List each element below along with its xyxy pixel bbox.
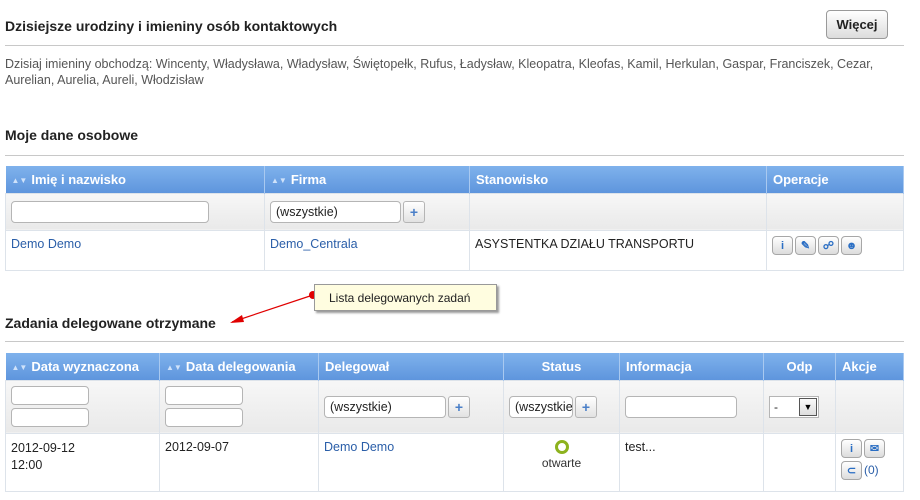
due-date-from-input[interactable]: [11, 386, 89, 405]
status-add-button[interactable]: +: [575, 395, 597, 418]
col-delegated-date-header[interactable]: ▲▼ Data delegowania: [159, 353, 319, 380]
delegated-by-filter-input[interactable]: (wszystkie): [324, 395, 446, 418]
status-open-icon: [554, 439, 569, 454]
attachment-icon[interactable]: ⊂: [841, 461, 862, 480]
callout-note: Lista delegowanych zadań: [314, 284, 497, 311]
due-date: 2012-09-12: [11, 440, 75, 455]
status-filter-input[interactable]: (wszystkie): [509, 395, 573, 418]
col-odp-header: Odp: [763, 353, 836, 380]
divider: [5, 341, 904, 342]
delegated-date-to-input[interactable]: [165, 408, 243, 427]
chevron-down-icon: ▼: [799, 397, 817, 416]
delegated-title: Zadania delegowane otrzymane: [5, 315, 216, 331]
col-delegated-by-header: Delegował: [318, 353, 504, 380]
delegated-date-from-input[interactable]: [165, 386, 243, 405]
delegated-table: ▲▼ Data wyznaczona ▲▼ Data delegowania Del…: [5, 353, 904, 492]
status-text: otwarte: [541, 455, 582, 470]
col-due-date-header[interactable]: ▲▼ Data wyznaczona: [5, 353, 160, 380]
col-actions-header: Akcje: [835, 353, 904, 380]
col-status-header: Status: [503, 353, 620, 380]
delegated-by-add-button[interactable]: +: [448, 395, 470, 418]
info-icon[interactable]: i: [841, 439, 862, 458]
sort-icon: ▲▼: [166, 362, 182, 372]
info-text: test...: [625, 439, 656, 454]
delegated-by-link[interactable]: Demo Demo: [324, 440, 394, 454]
sort-icon: ▲▼: [11, 362, 28, 372]
odp-select[interactable]: - ▼: [769, 395, 819, 418]
delegated-date: 2012-09-07: [165, 439, 229, 454]
due-time: 12:00: [11, 457, 43, 472]
mail-icon[interactable]: ✉: [864, 438, 885, 458]
due-date-to-input[interactable]: [11, 408, 89, 427]
col-info-header: Informacja: [619, 353, 764, 380]
attachments-count-link[interactable]: (0): [864, 463, 879, 477]
info-filter-input[interactable]: [625, 395, 737, 418]
